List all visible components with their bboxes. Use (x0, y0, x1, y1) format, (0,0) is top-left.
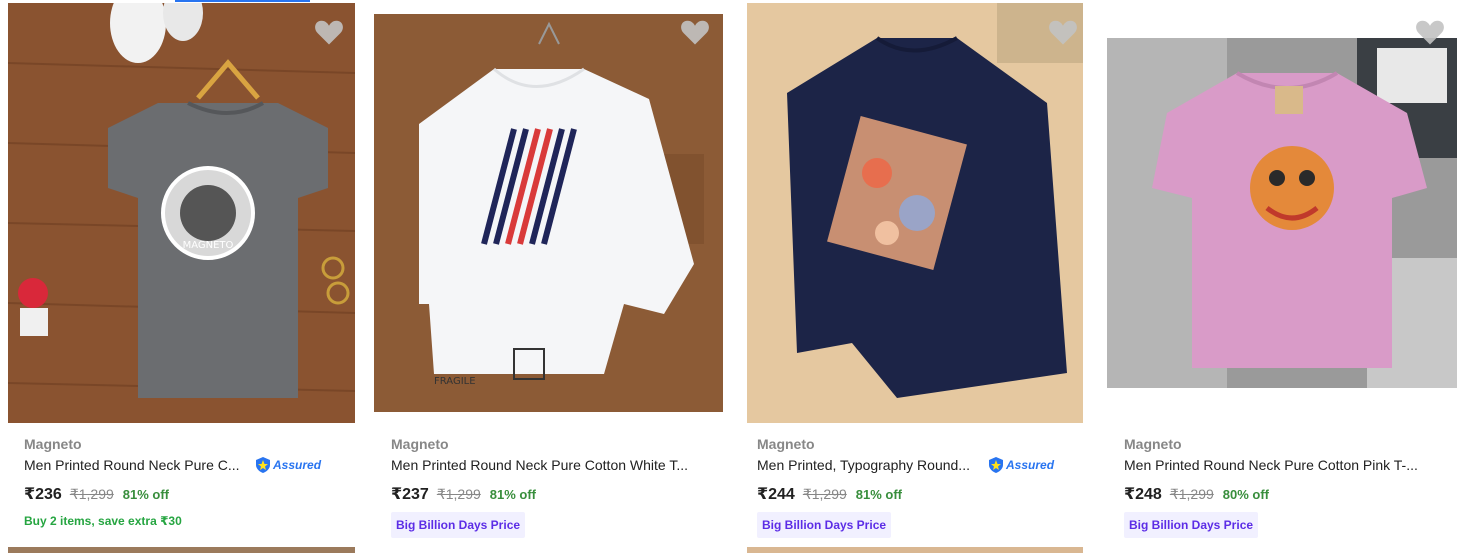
original-price: ₹1,299 (436, 486, 481, 502)
selling-price: ₹237 (391, 486, 429, 503)
assured-badge: Assured (987, 456, 1054, 474)
assured-label: Assured (273, 458, 322, 472)
product-brand: Magneto (391, 436, 449, 452)
product-brand: Magneto (1124, 436, 1182, 452)
product-title[interactable]: Men Printed Round Neck Pure Cotton White… (391, 457, 688, 473)
assured-badge: Assured (254, 456, 321, 474)
discount-percent: 81% off (489, 487, 537, 502)
product-image[interactable]: MAGNETO (8, 3, 355, 423)
product-image[interactable] (1107, 38, 1457, 388)
next-row-image-preview[interactable] (747, 547, 1083, 553)
next-row-image-preview[interactable] (8, 547, 355, 553)
product-card[interactable]: FRAGILE Magneto Men Printed Round Neck P… (374, 0, 740, 553)
original-price: ₹1,299 (1169, 486, 1214, 502)
price-row: ₹237 ₹1,299 81% off (391, 484, 536, 504)
product-image[interactable]: FRAGILE (374, 14, 723, 412)
big-billion-days-badge: Big Billion Days Price (757, 512, 892, 538)
wishlist-heart-icon[interactable] (680, 18, 710, 46)
wishlist-heart-icon[interactable] (1048, 18, 1078, 46)
product-card[interactable]: Magneto Men Printed Round Neck Pure Cott… (1107, 0, 1464, 553)
price-row: ₹248 ₹1,299 80% off (1124, 484, 1269, 504)
assured-label: Assured (1006, 458, 1055, 472)
big-billion-days-badge: Big Billion Days Price (391, 512, 526, 538)
product-card[interactable]: MAGNETO Magneto Men Printed Round Neck P… (8, 0, 374, 553)
flipkart-assured-shield-icon (989, 457, 1003, 473)
original-price: ₹1,299 (802, 486, 847, 502)
price-row: ₹236 ₹1,299 81% off (24, 484, 169, 504)
flipkart-assured-shield-icon (256, 457, 270, 473)
wishlist-heart-icon[interactable] (1415, 18, 1445, 46)
product-title[interactable]: Men Printed Round Neck Pure C... (24, 457, 240, 473)
svg-text:MAGNETO: MAGNETO (183, 240, 234, 251)
selling-price: ₹244 (757, 486, 795, 503)
discount-percent: 81% off (855, 487, 903, 502)
big-billion-days-badge: Big Billion Days Price (1124, 512, 1259, 538)
wishlist-heart-icon[interactable] (314, 18, 344, 46)
product-title[interactable]: Men Printed Round Neck Pure Cotton Pink … (1124, 457, 1418, 473)
selling-price: ₹236 (24, 486, 62, 503)
original-price: ₹1,299 (69, 486, 114, 502)
product-brand: Magneto (24, 436, 82, 452)
product-image[interactable] (747, 3, 1083, 423)
bank-offer-text: Buy 2 items, save extra ₹30 (24, 514, 182, 528)
discount-percent: 81% off (122, 487, 170, 502)
svg-text:FRAGILE: FRAGILE (434, 376, 476, 387)
product-title[interactable]: Men Printed, Typography Round... (757, 457, 970, 473)
product-card[interactable]: Magneto Men Printed, Typography Round...… (747, 0, 1113, 553)
price-row: ₹244 ₹1,299 81% off (757, 484, 902, 504)
discount-percent: 80% off (1222, 487, 1270, 502)
selling-price: ₹248 (1124, 486, 1162, 503)
product-brand: Magneto (757, 436, 815, 452)
